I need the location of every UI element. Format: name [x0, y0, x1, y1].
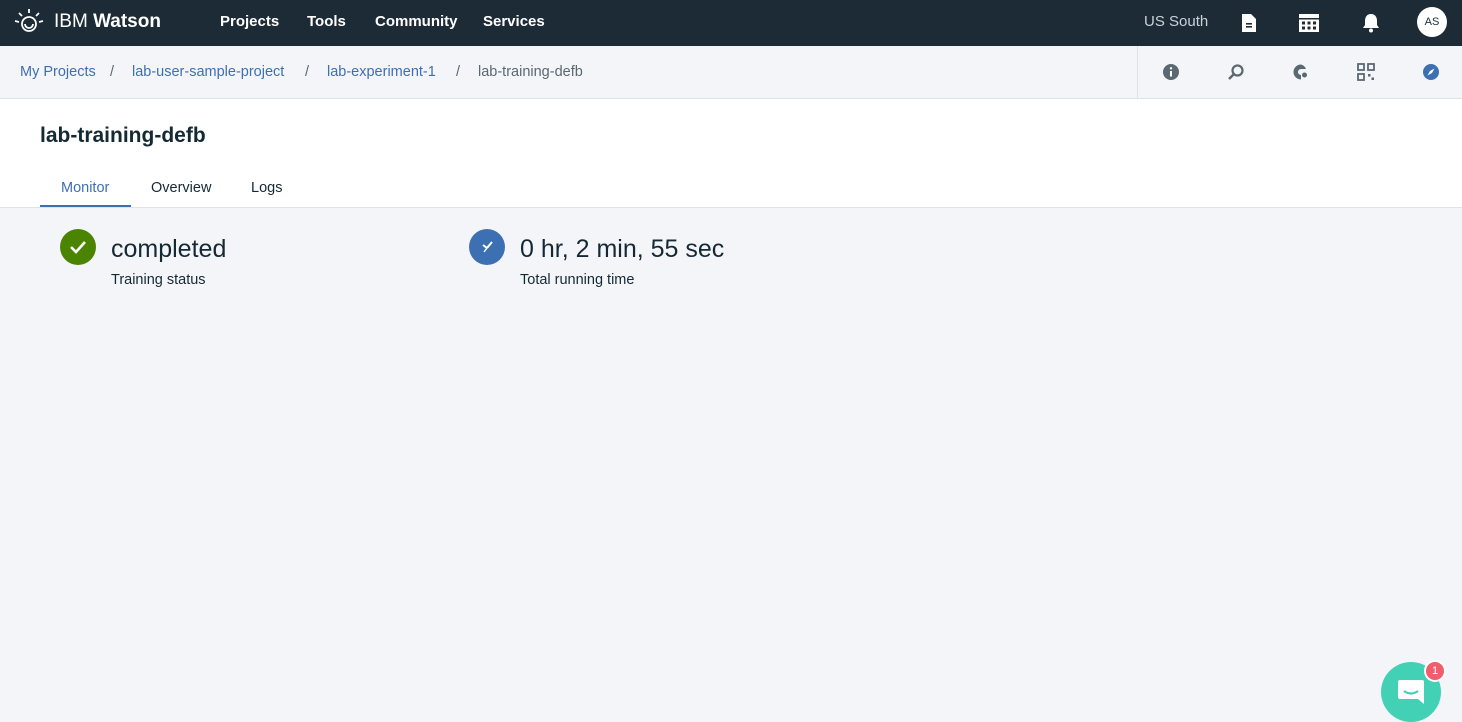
top-navigation-bar: IBM Watson Projects Tools Community Serv… [0, 0, 1462, 46]
watson-logo-icon[interactable] [14, 7, 44, 37]
grid-icon[interactable] [1355, 61, 1377, 83]
brand-product: Watson [93, 11, 161, 32]
palette-icon[interactable] [1290, 61, 1312, 83]
breadcrumb-separator: / [110, 64, 115, 80]
running-time-label: Total running time [520, 272, 635, 288]
chat-notification-badge: 1 [1424, 660, 1446, 682]
tab-overview[interactable]: Overview [151, 180, 211, 196]
brand-name[interactable]: IBM Watson [54, 11, 161, 33]
tab-monitor[interactable]: Monitor [61, 180, 109, 196]
user-avatar[interactable]: AS [1417, 7, 1447, 37]
tab-logs[interactable]: Logs [251, 180, 282, 196]
clock-icon [469, 229, 505, 265]
breadcrumb-separator: / [305, 64, 310, 80]
breadcrumb: My Projects / lab-user-sample-project / … [0, 46, 1462, 99]
running-time-value: 0 hr, 2 min, 55 sec [520, 235, 725, 263]
notifications-icon[interactable] [1358, 10, 1384, 36]
info-icon[interactable] [1160, 61, 1182, 83]
chat-icon [1398, 680, 1424, 704]
nav-services[interactable]: Services [483, 13, 545, 30]
active-tab-indicator [40, 205, 131, 207]
search-icon[interactable] [1225, 61, 1247, 83]
breadcrumb-experiment[interactable]: lab-experiment-1 [327, 64, 436, 80]
brand-prefix: IBM [54, 11, 88, 32]
breadcrumb-my-projects[interactable]: My Projects [20, 64, 96, 80]
breadcrumb-separator: / [456, 64, 461, 80]
nav-projects[interactable]: Projects [220, 13, 279, 30]
page-header: lab-training-defb Monitor Overview Logs [0, 99, 1462, 208]
training-status-value: completed [111, 235, 227, 263]
training-status-label: Training status [111, 272, 206, 288]
breadcrumb-current: lab-training-defb [478, 64, 583, 80]
toolbar-divider [1137, 46, 1138, 99]
region-selector[interactable]: US South [1144, 13, 1208, 30]
catalog-icon[interactable] [1296, 10, 1322, 36]
nav-community[interactable]: Community [375, 13, 458, 30]
nav-tools[interactable]: Tools [307, 13, 346, 30]
page-title: lab-training-defb [40, 124, 206, 147]
compass-icon[interactable] [1420, 61, 1442, 83]
breadcrumb-project[interactable]: lab-user-sample-project [132, 64, 284, 80]
checkmark-icon [60, 229, 96, 265]
documentation-icon[interactable] [1236, 10, 1262, 36]
